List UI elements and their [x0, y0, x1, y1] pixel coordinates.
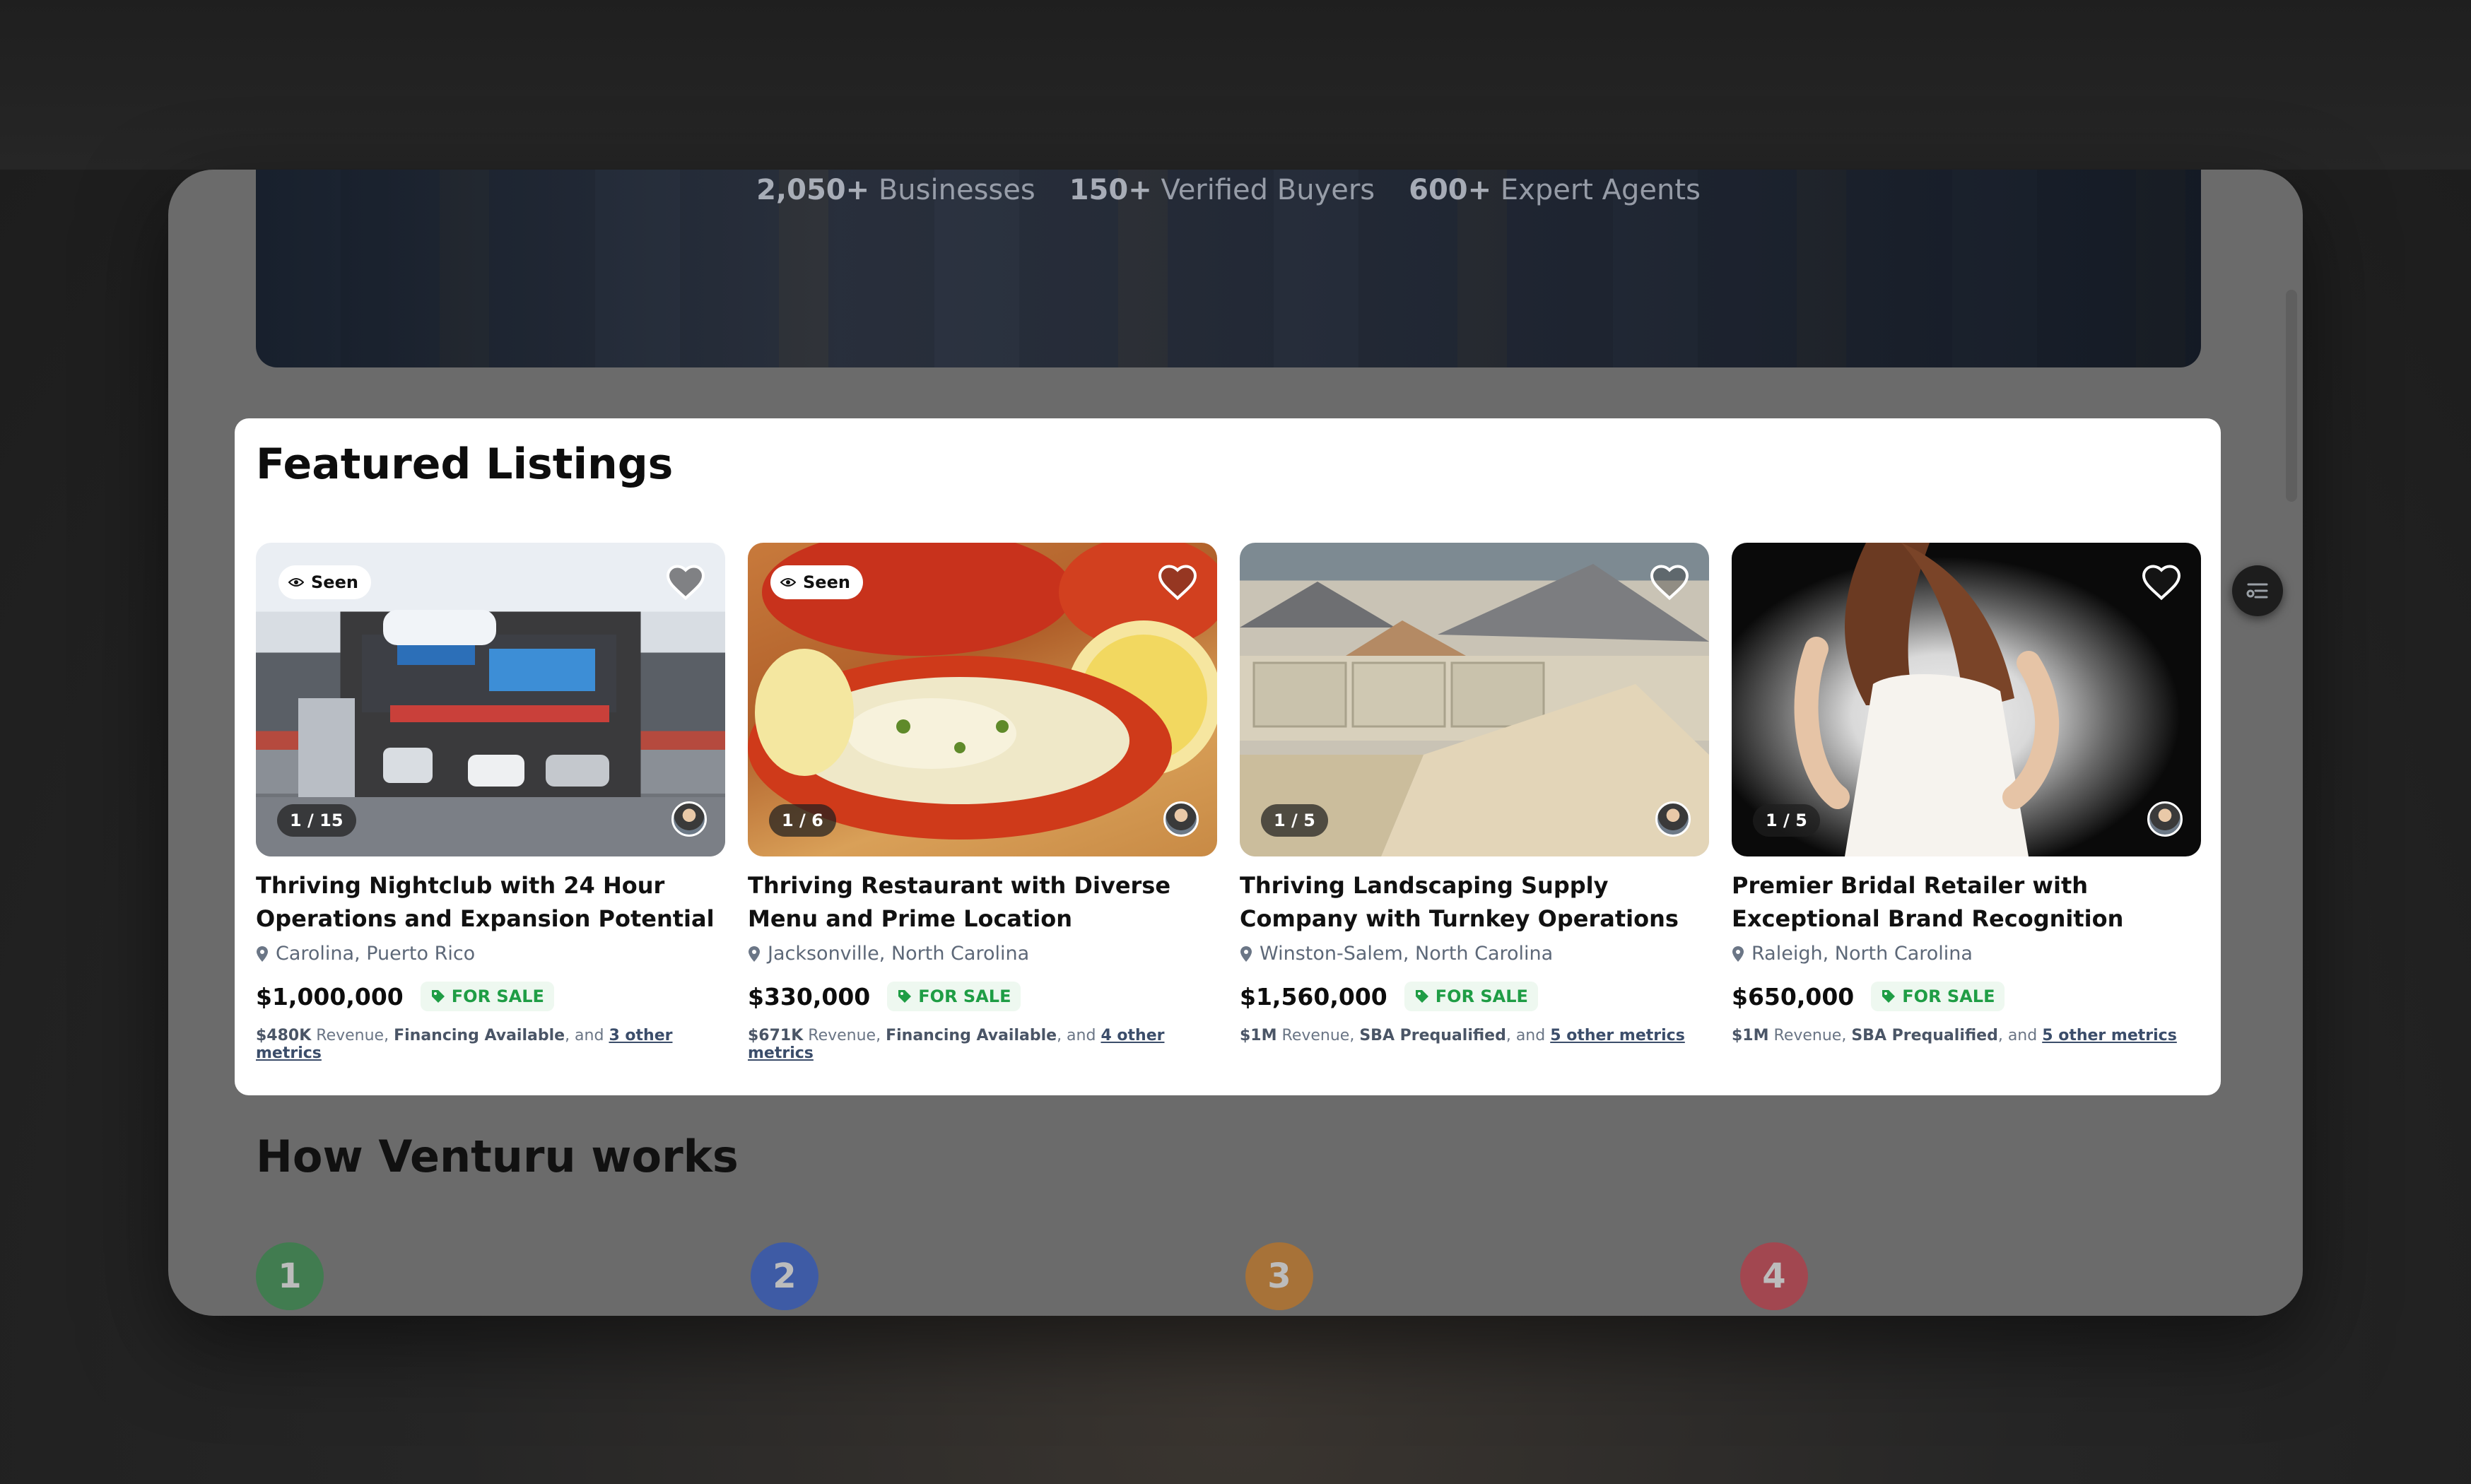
- listing-title[interactable]: Premier Bridal Retailer with Exceptional…: [1732, 869, 2201, 936]
- agent-avatar[interactable]: [671, 801, 707, 837]
- price-row: $1,000,000 FOR SALE: [256, 982, 725, 1011]
- price-row: $330,000 FOR SALE: [748, 982, 1217, 1011]
- agent-avatar[interactable]: [1655, 801, 1691, 837]
- listing-card[interactable]: 1 / 5 Thriving Landscaping Supply Compan…: [1240, 543, 1709, 1044]
- listing-price: $330,000: [748, 982, 871, 1011]
- eye-icon: [780, 578, 796, 587]
- status-badge: FOR SALE: [420, 982, 554, 1011]
- hero-banner: 2,050+ Businesses 150+ Verified Buyers 6…: [256, 170, 2201, 367]
- listing-price: $1,000,000: [256, 982, 404, 1011]
- listing-card[interactable]: Seen 1 / 15 Thriving Nightclub with 24 H…: [256, 543, 725, 1062]
- tag-icon: [431, 990, 445, 1003]
- price-row: $1,560,000 FOR SALE: [1240, 982, 1709, 1011]
- other-metrics-link[interactable]: 5 other metrics: [1550, 1027, 1685, 1044]
- listing-image-bridal[interactable]: 1 / 5: [1732, 543, 2201, 856]
- map-pin-icon: [257, 946, 268, 962]
- listing-image-landscaping[interactable]: 1 / 5: [1240, 543, 1709, 856]
- listing-price: $1,560,000: [1240, 982, 1387, 1011]
- scrollbar[interactable]: [2286, 290, 2297, 502]
- listing-location: Raleigh, North Carolina: [1732, 943, 2201, 965]
- how-it-works-title: How Venturu works: [256, 1131, 739, 1182]
- image-counter: 1 / 15: [277, 804, 356, 837]
- listing-card[interactable]: 1 / 5 Premier Bridal Retailer with Excep…: [1732, 543, 2201, 1044]
- seen-badge: Seen: [278, 565, 371, 599]
- agent-avatar[interactable]: [2147, 801, 2183, 837]
- featured-listings-section: Featured Listings Seen 1 / 15 Thriving N…: [235, 418, 2221, 1095]
- listing-price: $650,000: [1732, 982, 1855, 1011]
- image-counter: 1 / 5: [1261, 804, 1328, 837]
- other-metrics-link[interactable]: 5 other metrics: [2042, 1027, 2177, 1044]
- price-row: $650,000 FOR SALE: [1732, 982, 2201, 1011]
- heart-icon[interactable]: [1648, 561, 1691, 603]
- listing-image-restaurant[interactable]: Seen 1 / 6: [748, 543, 1217, 856]
- stat-businesses: 2,050+ Businesses: [756, 174, 1035, 206]
- heart-icon[interactable]: [664, 561, 707, 603]
- backdrop-top: [0, 0, 2471, 170]
- image-counter: 1 / 5: [1753, 804, 1820, 837]
- status-badge: FOR SALE: [1404, 982, 1538, 1011]
- status-badge: FOR SALE: [887, 982, 1021, 1011]
- eye-icon: [288, 578, 304, 587]
- location-text: Jacksonville, North Carolina: [768, 943, 1030, 965]
- location-text: Raleigh, North Carolina: [1751, 943, 1973, 965]
- tag-icon: [898, 990, 912, 1003]
- agent-avatar[interactable]: [1163, 801, 1199, 837]
- listing-metrics: $480K Revenue, Financing Available, and …: [256, 1027, 673, 1062]
- listing-location: Carolina, Puerto Rico: [256, 943, 725, 965]
- tag-icon: [1882, 990, 1896, 1003]
- seen-badge: Seen: [770, 565, 863, 599]
- listing-title[interactable]: Thriving Restaurant with Diverse Menu an…: [748, 869, 1217, 936]
- listing-metrics: $1M Revenue, SBA Prequalified, and 5 oth…: [1240, 1027, 1685, 1044]
- featured-title: Featured Listings: [256, 440, 674, 489]
- filter-toggle-button[interactable]: [2232, 565, 2283, 616]
- map-pin-icon: [1240, 946, 1252, 962]
- location-text: Winston-Salem, North Carolina: [1260, 943, 1554, 965]
- listing-image-nightclub[interactable]: Seen 1 / 15: [256, 543, 725, 856]
- step-2-badge: 2: [751, 1242, 818, 1310]
- status-badge: FOR SALE: [1871, 982, 2005, 1011]
- listing-location: Winston-Salem, North Carolina: [1240, 943, 1709, 965]
- stat-buyers: 150+ Verified Buyers: [1069, 174, 1375, 206]
- location-text: Carolina, Puerto Rico: [276, 943, 476, 965]
- step-1-badge: 1: [256, 1242, 324, 1310]
- tag-icon: [1415, 990, 1428, 1003]
- heart-icon[interactable]: [2140, 561, 2183, 603]
- seen-label: Seen: [311, 572, 358, 592]
- listing-title[interactable]: Thriving Nightclub with 24 Hour Operatio…: [256, 869, 725, 936]
- filter-list-icon: [2246, 583, 2268, 599]
- listing-card[interactable]: Seen 1 / 6 Thriving Restaurant with Dive…: [748, 543, 1217, 1062]
- image-counter: 1 / 6: [769, 804, 836, 837]
- listing-metrics: $1M Revenue, SBA Prequalified, and 5 oth…: [1732, 1027, 2177, 1044]
- step-4-badge: 4: [1740, 1242, 1808, 1310]
- listing-title[interactable]: Thriving Landscaping Supply Company with…: [1240, 869, 1709, 936]
- stat-agents: 600+ Expert Agents: [1409, 174, 1701, 206]
- hero-stats: 2,050+ Businesses 150+ Verified Buyers 6…: [256, 170, 2201, 212]
- step-3-badge: 3: [1245, 1242, 1313, 1310]
- map-pin-icon: [749, 946, 760, 962]
- listing-location: Jacksonville, North Carolina: [748, 943, 1217, 965]
- listing-metrics: $671K Revenue, Financing Available, and …: [748, 1027, 1165, 1062]
- map-pin-icon: [1732, 946, 1744, 962]
- heart-icon[interactable]: [1156, 561, 1199, 603]
- seen-label: Seen: [803, 572, 850, 592]
